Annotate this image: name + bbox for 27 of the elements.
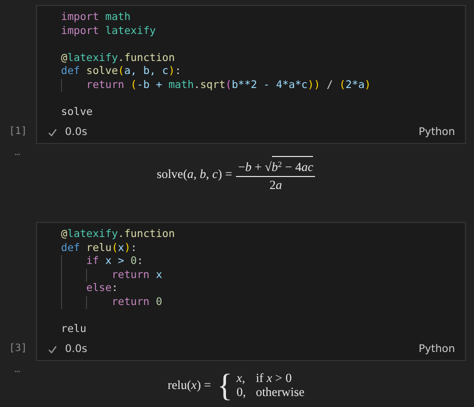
code-line: return x bbox=[61, 268, 162, 282]
code-line: return 0 bbox=[61, 296, 162, 309]
code-line: relu bbox=[61, 322, 86, 336]
code-line: else: bbox=[61, 282, 118, 296]
code-line: def solve(a, b, c): bbox=[61, 65, 182, 78]
math-formula: solve(a, b, c) = −b + √b$^{2}$ − 4ac 2a bbox=[156, 156, 316, 193]
execution-count: [3] bbox=[8, 343, 28, 354]
math-formula: relu(x) = {x, if x > 0 0, otherwise bbox=[168, 369, 304, 401]
code-line: import latexify bbox=[61, 24, 156, 38]
output-menu[interactable]: ... bbox=[14, 365, 20, 375]
code-line: return (-b + math.sqrt(b**2 - 4*a*c)) / (2*a) bbox=[61, 78, 371, 92]
code-line: @latexify.function bbox=[61, 228, 175, 242]
code-line: if x > 0: bbox=[61, 255, 144, 268]
code-line: def relu(x): bbox=[61, 242, 137, 255]
code-cell[interactable]: @latexify.function def relu(x): if x > 0: return x else: return 0 relu 0.0s Python bbox=[36, 222, 466, 361]
check-icon bbox=[48, 344, 57, 354]
code-cell[interactable]: import math import latexify @latexify.function def solve(a, b, c): return (-b + math.sqrt(b**2 - 4*a*c)) / (2*a) solve 0.0s Python bbox=[36, 5, 466, 144]
code-line: @latexify.function bbox=[61, 52, 175, 65]
code-line: import math bbox=[61, 11, 131, 24]
language-label[interactable]: Python bbox=[418, 126, 455, 138]
output-menu[interactable]: ... bbox=[14, 148, 20, 158]
execution-time: 0.0s bbox=[65, 126, 88, 138]
language-label[interactable]: Python bbox=[418, 343, 455, 355]
execution-count: [1] bbox=[8, 126, 28, 137]
execution-time: 0.0s bbox=[65, 343, 88, 355]
code-line: solve bbox=[61, 106, 93, 119]
check-icon bbox=[48, 128, 57, 136]
